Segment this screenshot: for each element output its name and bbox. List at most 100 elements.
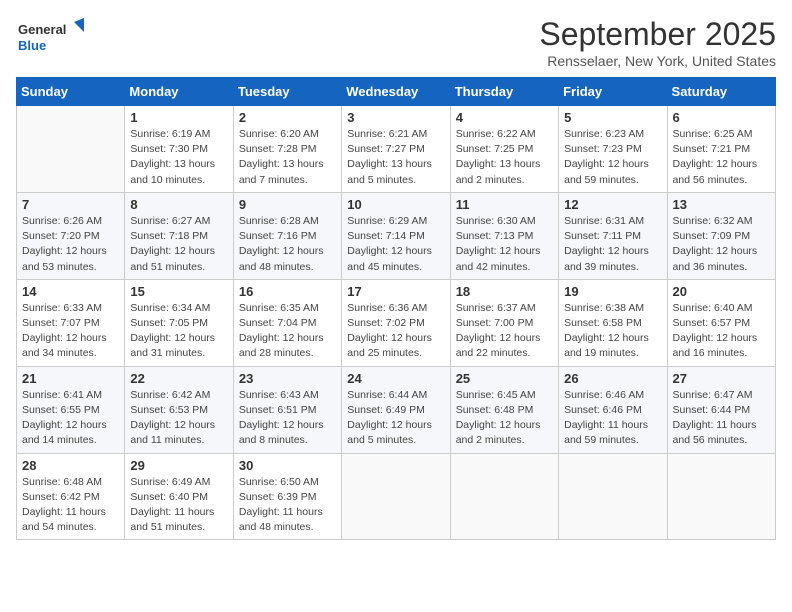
day-info: Sunrise: 6:28 AMSunset: 7:16 PMDaylight:… (239, 214, 336, 275)
day-number: 4 (456, 110, 553, 125)
day-info: Sunrise: 6:42 AMSunset: 6:53 PMDaylight:… (130, 388, 227, 449)
day-info: Sunrise: 6:29 AMSunset: 7:14 PMDaylight:… (347, 214, 444, 275)
day-info: Sunrise: 6:41 AMSunset: 6:55 PMDaylight:… (22, 388, 119, 449)
calendar-cell: 10 Sunrise: 6:29 AMSunset: 7:14 PMDayligh… (342, 192, 450, 279)
day-number: 17 (347, 284, 444, 299)
calendar-week-row: 14Sunrise: 6:33 AMSunset: 7:07 PMDayligh… (17, 279, 776, 366)
day-info: Sunrise: 6:34 AMSunset: 7:05 PMDaylight:… (130, 301, 227, 362)
weekday-header-wednesday: Wednesday (342, 78, 450, 106)
calendar-cell: 4 Sunrise: 6:22 AMSunset: 7:25 PMDaylight… (450, 106, 558, 193)
day-number: 18 (456, 284, 553, 299)
day-number: 15 (130, 284, 227, 299)
day-info: Sunrise: 6:38 AMSunset: 6:58 PMDaylight:… (564, 301, 661, 362)
calendar-cell: 2 Sunrise: 6:20 AMSunset: 7:28 PMDaylight… (233, 106, 341, 193)
day-info: Sunrise: 6:44 AMSunset: 6:49 PMDaylight:… (347, 388, 444, 449)
day-info: Sunrise: 6:27 AMSunset: 7:18 PMDaylight:… (130, 214, 227, 275)
calendar-week-row: 28 Sunrise: 6:48 AMSunset: 6:42 PMDayligh… (17, 453, 776, 540)
title-area: September 2025 Rensselaer, New York, Uni… (539, 16, 776, 69)
weekday-header-tuesday: Tuesday (233, 78, 341, 106)
subtitle: Rensselaer, New York, United States (539, 53, 776, 69)
calendar-cell (17, 106, 125, 193)
weekday-header-saturday: Saturday (667, 78, 775, 106)
calendar-cell: 23Sunrise: 6:43 AMSunset: 6:51 PMDayligh… (233, 366, 341, 453)
calendar-week-row: 7 Sunrise: 6:26 AMSunset: 7:20 PMDaylight… (17, 192, 776, 279)
day-info: Sunrise: 6:19 AMSunset: 7:30 PMDaylight:… (130, 127, 227, 188)
calendar-cell: 29 Sunrise: 6:49 AMSunset: 6:40 PMDayligh… (125, 453, 233, 540)
day-number: 13 (673, 197, 770, 212)
day-number: 24 (347, 371, 444, 386)
day-number: 2 (239, 110, 336, 125)
calendar-cell: 27 Sunrise: 6:47 AMSunset: 6:44 PMDayligh… (667, 366, 775, 453)
day-number: 1 (130, 110, 227, 125)
day-info: Sunrise: 6:32 AMSunset: 7:09 PMDaylight:… (673, 214, 770, 275)
calendar-cell: 3Sunrise: 6:21 AMSunset: 7:27 PMDaylight… (342, 106, 450, 193)
logo: General Blue (16, 16, 86, 60)
day-number: 9 (239, 197, 336, 212)
day-info: Sunrise: 6:26 AMSunset: 7:20 PMDaylight:… (22, 214, 119, 275)
calendar-cell: 19 Sunrise: 6:38 AMSunset: 6:58 PMDayligh… (559, 279, 667, 366)
day-number: 25 (456, 371, 553, 386)
day-info: Sunrise: 6:22 AMSunset: 7:25 PMDaylight:… (456, 127, 553, 188)
calendar-cell: 14Sunrise: 6:33 AMSunset: 7:07 PMDayligh… (17, 279, 125, 366)
day-number: 5 (564, 110, 661, 125)
day-info: Sunrise: 6:50 AMSunset: 6:39 PMDaylight:… (239, 475, 336, 536)
calendar-cell: 6 Sunrise: 6:25 AMSunset: 7:21 PMDaylight… (667, 106, 775, 193)
calendar-cell: 11Sunrise: 6:30 AMSunset: 7:13 PMDayligh… (450, 192, 558, 279)
day-number: 16 (239, 284, 336, 299)
calendar-cell: 25Sunrise: 6:45 AMSunset: 6:48 PMDayligh… (450, 366, 558, 453)
weekday-header-sunday: Sunday (17, 78, 125, 106)
day-number: 12 (564, 197, 661, 212)
day-number: 21 (22, 371, 119, 386)
calendar-cell (450, 453, 558, 540)
calendar-cell: 18 Sunrise: 6:37 AMSunset: 7:00 PMDayligh… (450, 279, 558, 366)
calendar-cell: 24 Sunrise: 6:44 AMSunset: 6:49 PMDayligh… (342, 366, 450, 453)
day-number: 26 (564, 371, 661, 386)
month-title: September 2025 (539, 16, 776, 53)
day-number: 29 (130, 458, 227, 473)
calendar-cell: 16 Sunrise: 6:35 AMSunset: 7:04 PMDayligh… (233, 279, 341, 366)
calendar-cell: 12 Sunrise: 6:31 AMSunset: 7:11 PMDayligh… (559, 192, 667, 279)
day-info: Sunrise: 6:21 AMSunset: 7:27 PMDaylight:… (347, 127, 444, 188)
calendar-cell: 13 Sunrise: 6:32 AMSunset: 7:09 PMDayligh… (667, 192, 775, 279)
calendar-cell: 21 Sunrise: 6:41 AMSunset: 6:55 PMDayligh… (17, 366, 125, 453)
calendar-table: SundayMondayTuesdayWednesdayThursdayFrid… (16, 77, 776, 540)
calendar-cell: 1 Sunrise: 6:19 AMSunset: 7:30 PMDaylight… (125, 106, 233, 193)
calendar-cell: 7 Sunrise: 6:26 AMSunset: 7:20 PMDaylight… (17, 192, 125, 279)
day-info: Sunrise: 6:47 AMSunset: 6:44 PMDaylight:… (673, 388, 770, 449)
calendar-week-row: 21 Sunrise: 6:41 AMSunset: 6:55 PMDayligh… (17, 366, 776, 453)
weekday-header-thursday: Thursday (450, 78, 558, 106)
day-info: Sunrise: 6:35 AMSunset: 7:04 PMDaylight:… (239, 301, 336, 362)
calendar-week-row: 1 Sunrise: 6:19 AMSunset: 7:30 PMDaylight… (17, 106, 776, 193)
calendar-cell: 17 Sunrise: 6:36 AMSunset: 7:02 PMDayligh… (342, 279, 450, 366)
day-number: 10 (347, 197, 444, 212)
day-number: 19 (564, 284, 661, 299)
day-info: Sunrise: 6:33 AMSunset: 7:07 PMDaylight:… (22, 301, 119, 362)
day-info: Sunrise: 6:48 AMSunset: 6:42 PMDaylight:… (22, 475, 119, 536)
logo-svg: General Blue (16, 16, 86, 60)
day-info: Sunrise: 6:25 AMSunset: 7:21 PMDaylight:… (673, 127, 770, 188)
calendar-cell: 20 Sunrise: 6:40 AMSunset: 6:57 PMDayligh… (667, 279, 775, 366)
day-info: Sunrise: 6:49 AMSunset: 6:40 PMDaylight:… (130, 475, 227, 536)
day-number: 7 (22, 197, 119, 212)
day-number: 20 (673, 284, 770, 299)
day-number: 6 (673, 110, 770, 125)
weekday-header-friday: Friday (559, 78, 667, 106)
day-info: Sunrise: 6:20 AMSunset: 7:28 PMDaylight:… (239, 127, 336, 188)
calendar-cell: 28 Sunrise: 6:48 AMSunset: 6:42 PMDayligh… (17, 453, 125, 540)
day-info: Sunrise: 6:40 AMSunset: 6:57 PMDaylight:… (673, 301, 770, 362)
calendar-cell: 5 Sunrise: 6:23 AMSunset: 7:23 PMDaylight… (559, 106, 667, 193)
day-info: Sunrise: 6:23 AMSunset: 7:23 PMDaylight:… (564, 127, 661, 188)
day-info: Sunrise: 6:36 AMSunset: 7:02 PMDaylight:… (347, 301, 444, 362)
svg-text:General: General (18, 22, 66, 37)
day-info: Sunrise: 6:31 AMSunset: 7:11 PMDaylight:… (564, 214, 661, 275)
calendar-cell (667, 453, 775, 540)
day-number: 30 (239, 458, 336, 473)
day-number: 22 (130, 371, 227, 386)
day-info: Sunrise: 6:37 AMSunset: 7:00 PMDaylight:… (456, 301, 553, 362)
calendar-cell: 15 Sunrise: 6:34 AMSunset: 7:05 PMDayligh… (125, 279, 233, 366)
day-info: Sunrise: 6:43 AMSunset: 6:51 PMDaylight:… (239, 388, 336, 449)
day-number: 27 (673, 371, 770, 386)
day-number: 11 (456, 197, 553, 212)
day-number: 28 (22, 458, 119, 473)
weekday-header-row: SundayMondayTuesdayWednesdayThursdayFrid… (17, 78, 776, 106)
